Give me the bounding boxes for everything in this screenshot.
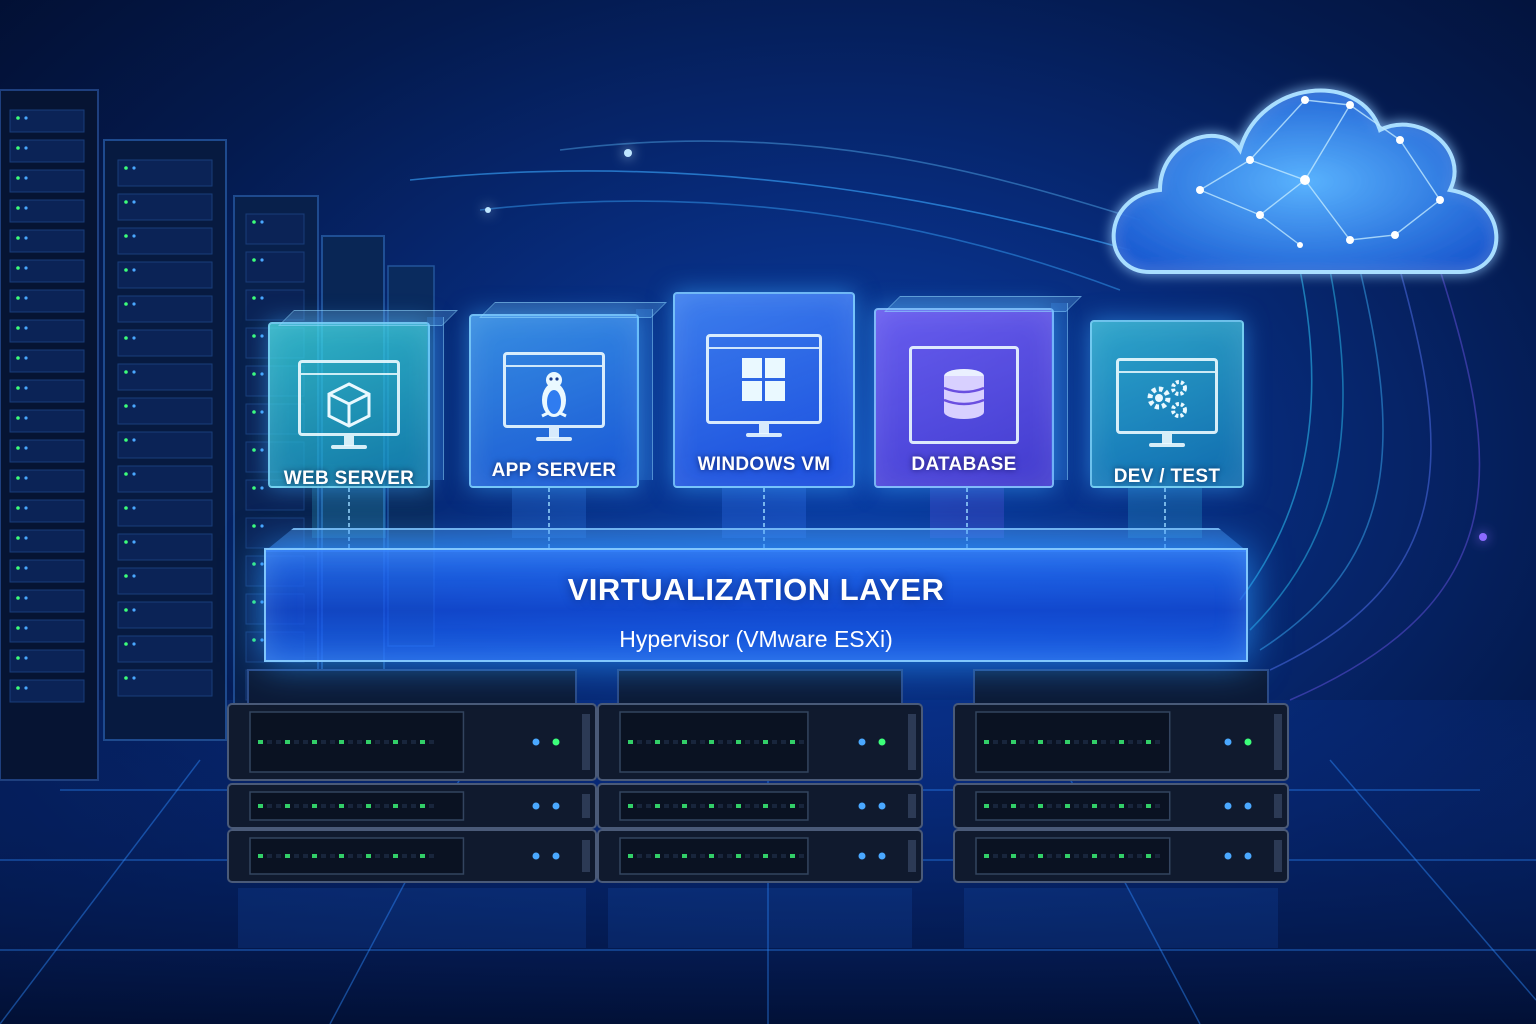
hypervisor-label: Hypervisor (VMware ESXi) xyxy=(619,626,893,652)
vm-card-windows-vm: WINDOWS VM xyxy=(673,292,855,488)
vm-card-database: DATABASE xyxy=(874,296,1082,488)
vm-card-web-server: WEB SERVER xyxy=(268,310,458,489)
gears-icon xyxy=(1147,380,1187,418)
vm-label-database: DATABASE xyxy=(911,454,1017,475)
linux-penguin-icon xyxy=(541,372,567,418)
virtualization-layer: VIRTUALIZATION LAYER Hypervisor (VMware … xyxy=(264,548,1248,662)
windows-logo-icon xyxy=(742,358,785,401)
vm-card-dev-test: DEV / TEST xyxy=(1090,320,1244,488)
cube-icon xyxy=(327,382,371,428)
background-scene xyxy=(0,88,1536,1024)
vm-card-app-server: APP SERVER xyxy=(469,302,667,488)
virtualization-layer-title: VIRTUALIZATION LAYER xyxy=(567,572,945,607)
vm-label-windows-vm: WINDOWS VM xyxy=(697,454,831,475)
vm-label-web-server: WEB SERVER xyxy=(283,468,415,489)
vm-label-app-server: APP SERVER xyxy=(491,460,617,481)
database-icon xyxy=(943,369,985,419)
physical-servers xyxy=(227,669,1289,948)
vm-label-dev-test: DEV / TEST xyxy=(1113,466,1221,487)
